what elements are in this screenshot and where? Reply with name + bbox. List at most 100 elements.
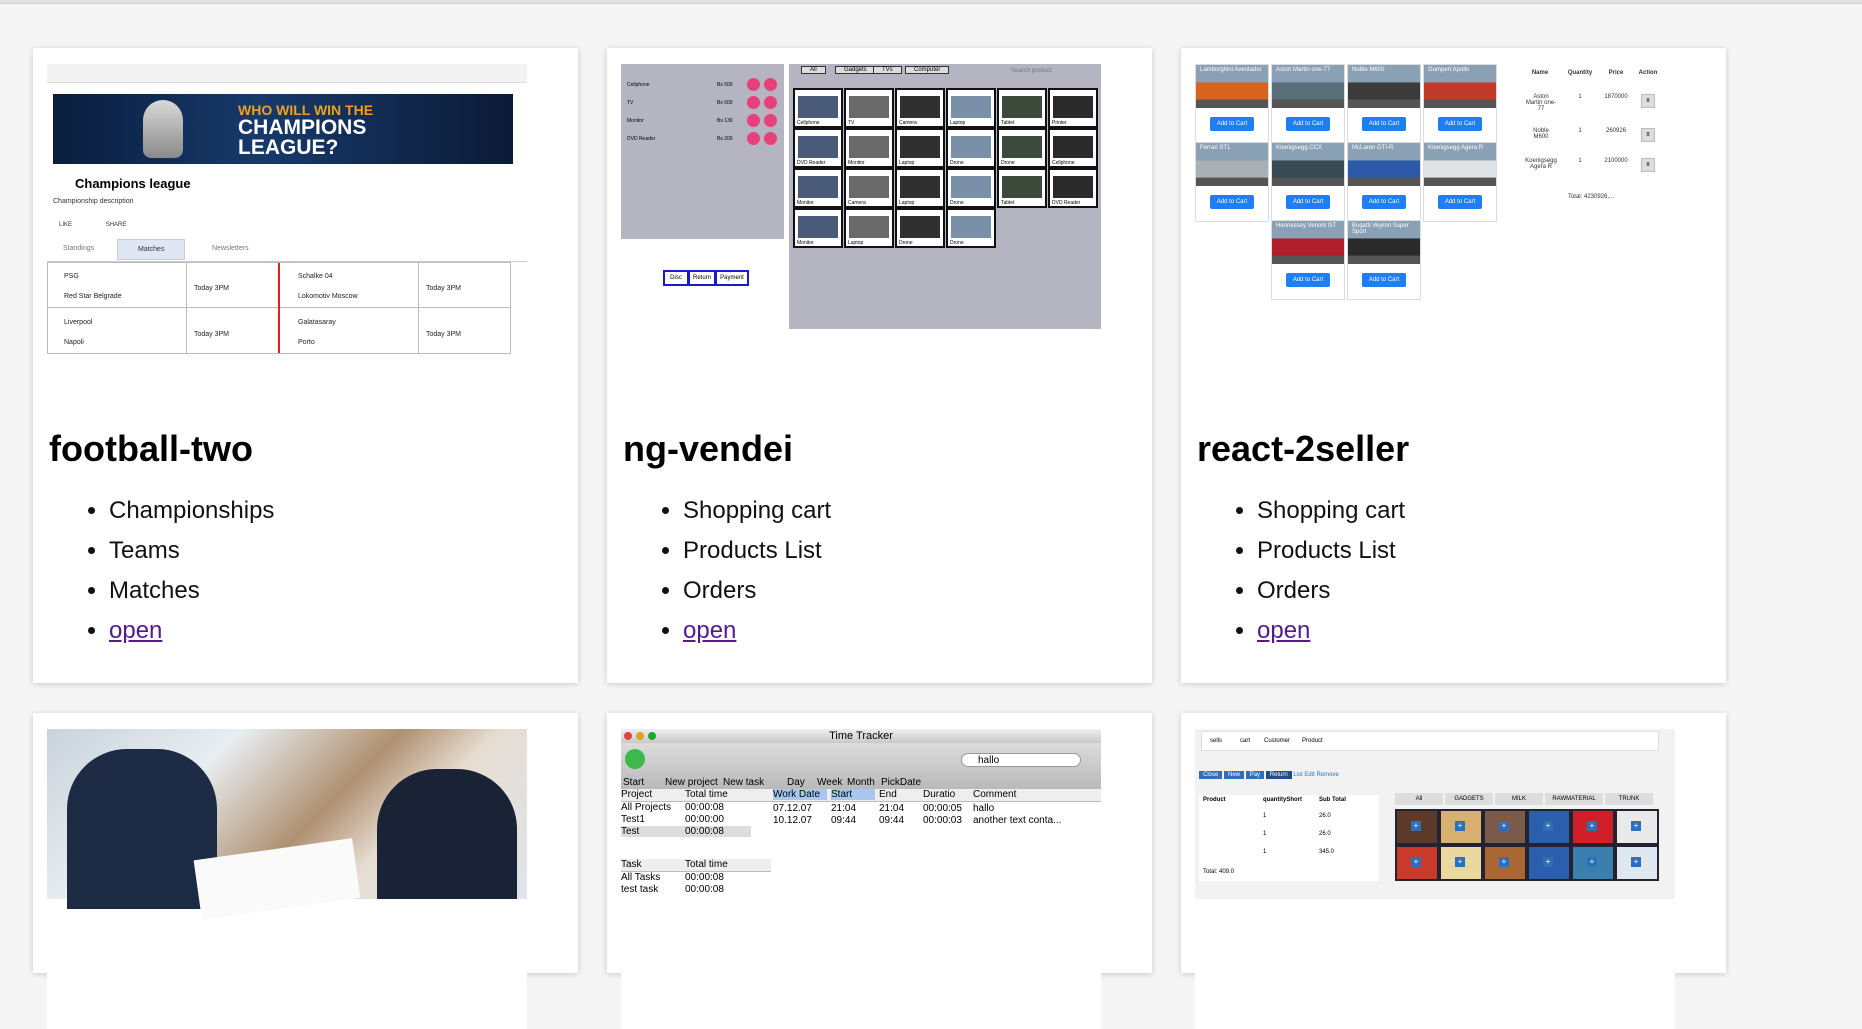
task-name: All Tasks [621,872,661,883]
project-time: 00:00:08 [685,826,724,837]
cell-name: Noble M600 [1533,128,1549,140]
product-name: Monitor [797,200,814,206]
car-card: Ferrari ST1 Add to Cart [1195,142,1269,222]
product-image [951,216,991,238]
feature-list: Shopping cart Products List Orders open [623,491,831,651]
nav-item: cart [1240,738,1251,744]
project-time: 00:00:08 [685,802,724,813]
open-link[interactable]: open [683,617,736,644]
add-to-cart-button: Add to Cart [1438,117,1482,131]
product-name: Drone [899,240,913,246]
tab-all: All [801,66,826,74]
open-link[interactable]: open [1257,617,1310,644]
feature-item: Products List [1257,531,1405,571]
product-image [798,96,838,118]
feature-item: Shopping cart [1257,491,1405,531]
action-link: Remove [1316,772,1339,778]
add-to-cart-button: Add to Cart [1362,117,1406,131]
card-title: ng-vendei [623,428,794,469]
category-tab: GADGETS [1445,793,1493,805]
car-name: McLaren GTI-R [1352,145,1394,151]
delete-icon [764,114,777,127]
edit-icon [747,114,760,127]
thumb-buttons: LIKE SHARE [59,222,126,228]
product-image [1002,176,1042,198]
product-name: Drone [1001,160,1015,166]
tab-tvs: TVs [873,66,902,74]
thumb-toolbar [47,64,527,83]
project-card-react-2seller: Lamborghini Aventador Add to Cart Aston Ma… [1181,48,1726,683]
product-tile: + [1527,845,1571,881]
tool-label: Day [787,777,805,788]
search-input: Search product [1011,68,1052,74]
cart-item-name: Monitor [627,118,644,124]
tab-computer: Computer [905,66,950,74]
product-image [849,96,889,118]
cell-price: 260926 [1605,128,1627,134]
products-tabs: All Gadgets TVs Computer Search product [791,64,1101,78]
feature-list: Championships Teams Matches open [49,491,274,651]
project-name: All Projects [621,802,672,813]
play-icon [625,749,645,769]
open-link[interactable]: open [109,617,162,644]
project-thumbnail [47,729,527,1029]
product-name: Camera [848,200,866,206]
product-tile: Drone [946,168,996,208]
product-tile: + [1439,845,1483,881]
task-time: 00:00:08 [685,884,724,895]
product-name: Laptop [899,200,915,206]
entry-start: 21:04 [831,803,857,814]
action-link: List [1293,772,1303,778]
row-subtotal: 345.0 [1319,849,1335,855]
project-card-6: sells cart Customer Product Close New Pa… [1181,713,1726,1029]
product-tile: Laptop [895,168,945,208]
tab-gadgets: Gadgets [835,66,876,74]
add-icon: + [1543,821,1553,831]
column-header: Quantity [1567,70,1593,76]
car-card: Bugatti Veyron Super Sport Add to Cart [1347,220,1421,300]
entry-duration: 00:00:05 [923,803,962,814]
remove-icon: x [1641,94,1655,108]
product-name: Laptop [848,240,864,246]
category-tab: RAWMATERIAL [1545,793,1603,805]
thumb-tabs: Standings Matches Newsletters [47,239,527,262]
delete-icon [764,78,777,91]
car-card: Gumpert Apollo Add to Cart [1423,64,1497,144]
action-link: Edit [1304,772,1315,778]
add-icon: + [1631,821,1641,831]
row-qty: 1 [1263,813,1267,819]
car-card: Lamborghini Aventador Add to Cart [1195,64,1269,144]
product-name: TV [848,120,855,126]
feature-item: Shopping cart [683,491,831,531]
add-icon: + [1499,857,1509,867]
car-card: Aston Martin one-77 Add to Cart [1271,64,1345,144]
add-icon: + [1455,857,1465,867]
product-name: Tablet [1001,120,1015,126]
product-image [951,176,991,198]
project-card-5: Time Tracker Start New project New task … [607,713,1152,1029]
category-tab: MILK [1495,793,1543,805]
match-home: Schalke 04 [298,273,333,280]
product-image [798,176,838,198]
product-tile: + [1483,809,1527,845]
column-header: Price [1608,70,1624,76]
product-name: Drone [950,200,964,206]
product-tile: DVD Reader [1048,168,1098,208]
product-image [1053,176,1093,198]
project-name: Test1 [621,814,645,825]
product-tile: Camera [895,88,945,128]
edit-icon [747,96,760,109]
match-away: Napoli [64,339,84,346]
product-tile: + [1483,845,1527,881]
cell-qty: 1 [1578,158,1582,164]
person-figure [377,769,517,899]
tool-label: New task [723,777,765,788]
match-home: PSG [64,273,79,280]
car-name: Bugatti Veyron Super Sport [1352,223,1409,235]
tool-label: New project [665,777,718,788]
like-label: LIKE [59,222,73,228]
delete-icon [764,96,777,109]
product-tile: Drone [895,208,945,248]
cart-total: Total: 4230926,... [1567,194,1615,200]
add-icon: + [1587,821,1597,831]
